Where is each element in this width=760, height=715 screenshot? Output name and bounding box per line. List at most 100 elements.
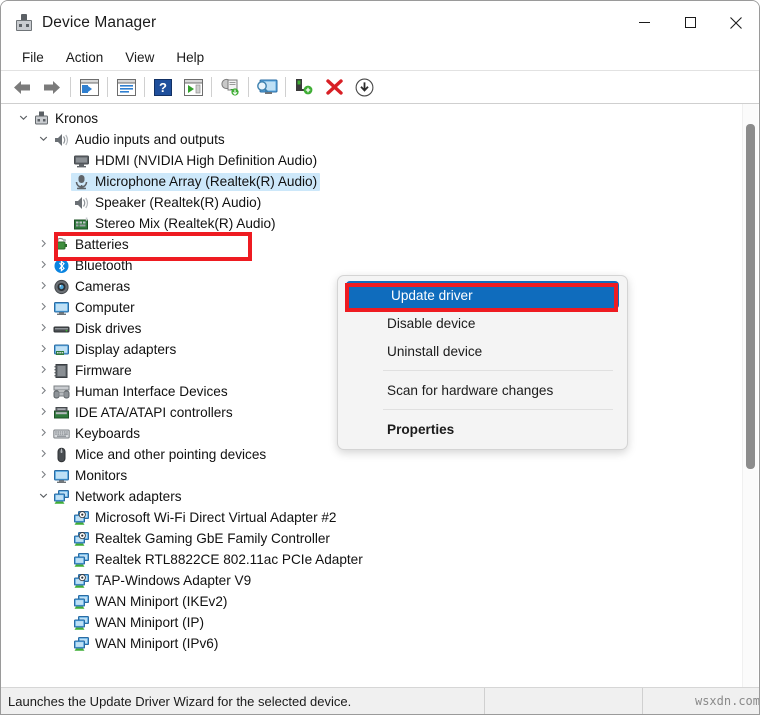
chevron-right-icon[interactable] (35, 302, 51, 313)
chevron-down-icon[interactable] (35, 134, 51, 145)
tree-item-content[interactable]: WAN Miniport (IKEv2) (71, 593, 230, 611)
chevron-right-icon[interactable] (35, 407, 51, 418)
close-icon[interactable] (713, 1, 759, 44)
tree-item-label: Batteries (75, 237, 129, 252)
chevron-down-icon[interactable] (15, 113, 31, 124)
tree-item-content[interactable]: Keyboards (51, 425, 143, 443)
tree-item-content[interactable]: IDE ATA/ATAPI controllers (51, 404, 236, 422)
tree-item-label: Bluetooth (75, 258, 133, 273)
chevron-right-icon[interactable] (35, 323, 51, 334)
tree-item[interactable]: Network adapters (1, 486, 759, 507)
window-title: Device Manager (42, 13, 157, 31)
tree-item-content[interactable]: Speaker (Realtek(R) Audio) (71, 194, 264, 212)
tree-item-content[interactable]: Microsoft Wi-Fi Direct Virtual Adapter #… (71, 509, 340, 527)
tree-item[interactable]: Kronos (1, 108, 759, 129)
speaker-icon (73, 195, 90, 211)
tree-item-content[interactable]: Computer (51, 299, 138, 317)
update-driver-icon[interactable] (178, 74, 208, 100)
tree-item-label: Audio inputs and outputs (75, 132, 225, 147)
tree-item-content[interactable]: Disk drives (51, 320, 144, 338)
show-devices-by-connection-icon[interactable] (252, 74, 282, 100)
tree-item-content[interactable]: Bluetooth (51, 257, 135, 275)
tree-item-content[interactable]: Firmware (51, 362, 135, 380)
display-adapter-icon (53, 342, 70, 358)
help-icon[interactable]: ? (148, 74, 178, 100)
back-arrow-icon[interactable] (7, 74, 37, 100)
properties-icon[interactable] (111, 74, 141, 100)
uninstall-device-icon[interactable] (319, 74, 349, 100)
tree-item-content[interactable]: Audio inputs and outputs (51, 131, 228, 149)
download-icon[interactable] (349, 74, 379, 100)
tree-item-content[interactable]: Microphone Array (Realtek(R) Audio) (71, 172, 321, 191)
chevron-right-icon[interactable] (35, 344, 51, 355)
tree-item-content[interactable]: HDMI (NVIDIA High Definition Audio) (71, 152, 320, 170)
tree-item-content[interactable]: Stereo Mix (Realtek(R) Audio) (71, 215, 279, 233)
context-menu-item[interactable]: Uninstall device (342, 337, 623, 365)
tree-item-content[interactable]: Realtek RTL8822CE 802.11ac PCIe Adapter (71, 551, 366, 569)
tree-item-label: Microsoft Wi-Fi Direct Virtual Adapter #… (95, 510, 337, 525)
menubar: File Action View Help (1, 44, 759, 71)
speaker-icon (53, 132, 70, 148)
chevron-right-icon[interactable] (35, 386, 51, 397)
tree-item[interactable]: HDMI (NVIDIA High Definition Audio) (1, 150, 759, 171)
chevron-right-icon[interactable] (35, 281, 51, 292)
chevron-right-icon[interactable] (35, 449, 51, 460)
tree-item-content[interactable]: WAN Miniport (IPv6) (71, 635, 221, 653)
context-menu-item-label: Scan for hardware changes (387, 382, 554, 398)
monitor-icon (53, 468, 70, 484)
tree-item[interactable]: Microphone Array (Realtek(R) Audio) (1, 171, 759, 192)
tree-item[interactable]: Microsoft Wi-Fi Direct Virtual Adapter #… (1, 507, 759, 528)
chevron-right-icon[interactable] (35, 428, 51, 439)
tree-item-content[interactable]: Batteries (51, 236, 132, 254)
show-hide-console-tree-icon[interactable] (74, 74, 104, 100)
tree-item-content[interactable]: Kronos (31, 110, 101, 128)
tree-item[interactable]: WAN Miniport (IP) (1, 612, 759, 633)
tree-item-label: Speaker (Realtek(R) Audio) (95, 195, 262, 210)
tree-item-content[interactable]: Network adapters (51, 488, 185, 506)
chevron-right-icon[interactable] (35, 239, 51, 250)
tree-item-content[interactable]: Human Interface Devices (51, 383, 231, 401)
context-menu-item[interactable]: Disable device (342, 309, 623, 337)
context-menu-item[interactable]: Update driver (346, 281, 619, 309)
tree-item-content[interactable]: Mice and other pointing devices (51, 446, 269, 464)
tree-item-label: Mice and other pointing devices (75, 447, 267, 462)
tree-item-content[interactable]: Cameras (51, 278, 133, 296)
tree-item[interactable]: Audio inputs and outputs (1, 129, 759, 150)
context-menu[interactable]: Update driver Disable device Uninstall dev… (337, 275, 628, 450)
tree-item-content[interactable]: Display adapters (51, 341, 179, 359)
tree-item[interactable]: TAP-Windows Adapter V9 (1, 570, 759, 591)
tree-item[interactable]: Stereo Mix (Realtek(R) Audio) (1, 213, 759, 234)
toolbar-separator (248, 77, 249, 97)
context-menu-item[interactable]: Properties (342, 415, 623, 443)
tree-item[interactable]: Bluetooth (1, 255, 759, 276)
enable-device-icon[interactable] (289, 74, 319, 100)
maximize-icon[interactable] (667, 1, 713, 44)
context-menu-item[interactable]: Scan for hardware changes (342, 376, 623, 404)
tree-item[interactable]: Speaker (Realtek(R) Audio) (1, 192, 759, 213)
device-tree-panel: Kronos Audio inputs and outputs HDMI (NVID… (1, 104, 759, 690)
chevron-right-icon[interactable] (35, 260, 51, 271)
tree-item[interactable]: WAN Miniport (IPv6) (1, 633, 759, 654)
tree-item[interactable]: Monitors (1, 465, 759, 486)
sound-card-icon (73, 216, 90, 232)
minimize-icon[interactable] (621, 1, 667, 44)
tree-item[interactable]: Batteries (1, 234, 759, 255)
forward-arrow-icon[interactable] (37, 74, 67, 100)
tree-item[interactable]: Realtek RTL8822CE 802.11ac PCIe Adapter (1, 549, 759, 570)
menu-view[interactable]: View (114, 48, 165, 67)
menu-file[interactable]: File (11, 48, 55, 67)
tree-item-content[interactable]: TAP-Windows Adapter V9 (71, 572, 254, 590)
chevron-right-icon[interactable] (35, 470, 51, 481)
menu-action[interactable]: Action (55, 48, 115, 67)
tree-item[interactable]: Realtek Gaming GbE Family Controller (1, 528, 759, 549)
vertical-scrollbar[interactable] (742, 104, 758, 690)
tree-item-content[interactable]: WAN Miniport (IP) (71, 614, 207, 632)
chevron-down-icon[interactable] (35, 491, 51, 502)
tree-item-content[interactable]: Realtek Gaming GbE Family Controller (71, 530, 333, 548)
tree-item[interactable]: WAN Miniport (IKEv2) (1, 591, 759, 612)
scrollbar-thumb[interactable] (746, 124, 755, 469)
chevron-right-icon[interactable] (35, 365, 51, 376)
scan-for-hardware-changes-icon[interactable] (215, 74, 245, 100)
tree-item-content[interactable]: Monitors (51, 467, 130, 485)
menu-help[interactable]: Help (165, 48, 215, 67)
